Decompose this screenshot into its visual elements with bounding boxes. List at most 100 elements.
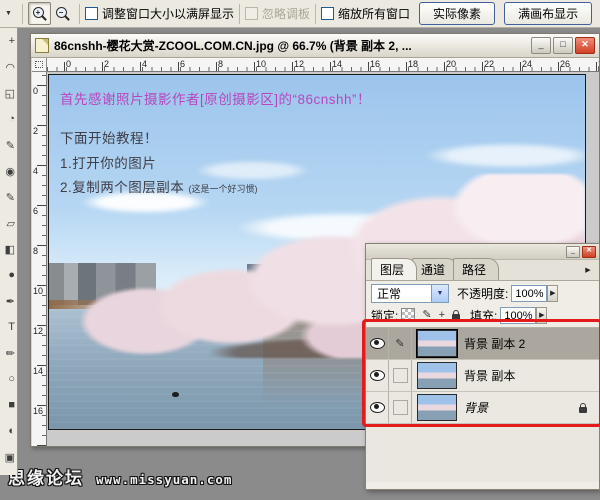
crop-tool-icon[interactable]: ◱ [0,80,17,106]
lock-paint-icon[interactable]: ✎ [422,309,431,321]
mask-mode-icon[interactable]: ◐ [0,418,17,444]
blur-tool-icon[interactable]: ● [0,262,17,288]
tutorial-step2-note: (这是一个好习惯) [189,184,258,194]
lock-label: 锁定: [371,307,398,324]
ruler-tick-label: 4 [142,59,147,69]
link-slot[interactable] [389,360,412,391]
close-button[interactable]: ✕ [575,37,595,54]
ruler-tick-label: 22 [484,59,494,69]
minimize-button[interactable]: _ [531,37,551,54]
divider [315,4,316,24]
ruler-horizontal[interactable]: 0246810121416182022242628 [47,58,599,72]
ruler-tick-label: 28 [598,59,599,69]
opacity-slider-arrow-icon[interactable]: ▶ [547,285,558,302]
ruler-tick-label: 14 [33,366,43,376]
lock-position-icon[interactable]: + [439,309,445,321]
blend-mode-select[interactable]: 正常 ▼ [371,284,449,303]
maximize-button[interactable]: □ [553,37,573,54]
ruler-tick-label: 10 [256,59,266,69]
history-brush-tool-icon[interactable]: ✎ [0,184,17,210]
opacity-field[interactable]: 100% [511,285,547,302]
tool-preset-arrow-icon[interactable]: ▼ [5,10,15,17]
layer-name[interactable]: 背景 副本 [464,367,599,384]
ruler-tick-label: 6 [33,206,38,216]
layer-lock-icon [579,407,587,413]
palette-tabs: 图层 通道 路径 ▶ [366,260,599,281]
tutorial-start-line: 下面开始教程！ [60,127,158,147]
swatch-foreground-icon[interactable]: ■ [0,392,17,418]
pen-tool-icon[interactable]: ✒ [0,288,17,314]
fill-slider-arrow-icon[interactable]: ▶ [536,307,547,324]
watermark: 思缘论坛 www.missyuan.com [8,464,232,489]
layer-thumbnail[interactable] [417,330,457,357]
chevron-down-icon[interactable]: ▼ [431,285,448,302]
palette-minimize-button[interactable]: _ [566,246,580,258]
toolbox-strip[interactable]: +◠◱◔✎◉✎▱◧●✒T✏○■◐▣ [0,28,18,475]
lock-all-icon[interactable] [452,314,460,320]
ruler-tick-label: 2 [33,126,38,136]
lock-transparency-icon[interactable] [401,308,415,322]
screen-mode-icon[interactable]: ▣ [0,444,17,470]
ruler-vertical[interactable]: 024681012141618 [32,72,47,446]
layers-palette: _ ✕ 图层 通道 路径 ▶ 正常 ▼ 不透明度: 100% ▶ 锁定: ✎ +… [365,243,600,490]
layer-row-background[interactable]: 背景 [366,392,599,424]
palette-close-button[interactable]: ✕ [582,246,596,258]
layer-name[interactable]: 背景 [464,399,579,416]
zoom-all-windows-label: 缩放所有窗口 [338,5,410,22]
move-tool-icon[interactable]: + [0,28,17,54]
eyedropper-tool-icon[interactable]: ✏ [0,340,17,366]
visibility-toggle[interactable] [366,392,389,423]
layer-row-bg-copy[interactable]: 背景 副本 [366,360,599,392]
brush-icon: ✎ [395,338,404,350]
blend-mode-row: 正常 ▼ 不透明度: 100% ▶ [366,281,599,306]
window-buttons: _ □ ✕ [531,37,595,54]
healing-tool-icon[interactable]: ◔ [0,106,17,132]
ruler-tick-label: 16 [370,59,380,69]
watermark-site-name: 思缘论坛 [8,464,84,489]
lasso-tool-icon[interactable]: ◠ [0,54,17,80]
layer-row-bg-copy-2[interactable]: ✎ 背景 副本 2 [366,328,599,360]
eraser-tool-icon[interactable]: ▱ [0,210,17,236]
visibility-toggle[interactable] [366,328,389,359]
document-titlebar[interactable]: 86cnshh-樱花大赏-ZCOOL.COM.CN.jpg @ 66.7% (背… [31,34,599,58]
brush-tool-icon[interactable]: ✎ [0,132,17,158]
link-slot[interactable] [389,392,412,423]
palette-menu-arrow-icon[interactable]: ▶ [582,265,594,277]
type-tool-icon[interactable]: T [0,314,17,340]
layer-list: ✎ 背景 副本 2 背景 副本 背景 [366,327,599,424]
visibility-toggle[interactable] [366,360,389,391]
lock-row: 锁定: ✎ + 填充: 100% ▶ [366,306,599,327]
zoom-all-windows-checkbox-group: 缩放所有窗口 [321,5,410,22]
document-file-icon [35,38,49,53]
divider [22,4,23,24]
zoom-out-button[interactable]: − [51,2,74,25]
active-paint-indicator: ✎ [389,328,412,359]
divider [79,4,80,24]
zoom-in-button[interactable]: + [28,2,51,25]
resize-windows-checkbox[interactable] [85,7,98,20]
ruler-tick-label: 2 [104,59,109,69]
resize-windows-checkbox-group: 调整窗口大小以满屏显示 [85,5,234,22]
layer-thumbnail[interactable] [417,362,457,389]
fit-on-screen-button[interactable]: 满画布显示 [504,2,592,25]
zoom-tool-icon[interactable]: ○ [0,366,17,392]
tab-channels[interactable]: 通道 [412,258,458,280]
ruler-tick-label: 12 [33,326,43,336]
zoom-out-icon: − [56,7,70,21]
fill-field[interactable]: 100% [500,307,536,324]
actual-pixels-button[interactable]: 实际像素 [419,2,495,25]
gradient-tool-icon[interactable]: ◧ [0,236,17,262]
layer-thumbnail[interactable] [417,394,457,421]
tab-paths[interactable]: 路径 [453,258,499,280]
ignore-palettes-checkbox [245,7,258,20]
tab-layers[interactable]: 图层 [371,258,417,280]
ruler-tick-label: 8 [218,59,223,69]
stamp-tool-icon[interactable]: ◉ [0,158,17,184]
zoom-all-windows-checkbox[interactable] [321,7,334,20]
layer-name[interactable]: 背景 副本 2 [464,335,599,352]
ignore-palettes-checkbox-group: 忽略调板 [245,5,310,22]
eye-icon [370,370,385,381]
tutorial-credit-line: 首先感谢照片摄影作者[原创摄影区]的“86cnshh”！ [60,88,371,108]
ruler-origin-corner[interactable] [32,58,47,72]
document-title: 86cnshh-樱花大赏-ZCOOL.COM.CN.jpg @ 66.7% (背… [54,37,527,54]
